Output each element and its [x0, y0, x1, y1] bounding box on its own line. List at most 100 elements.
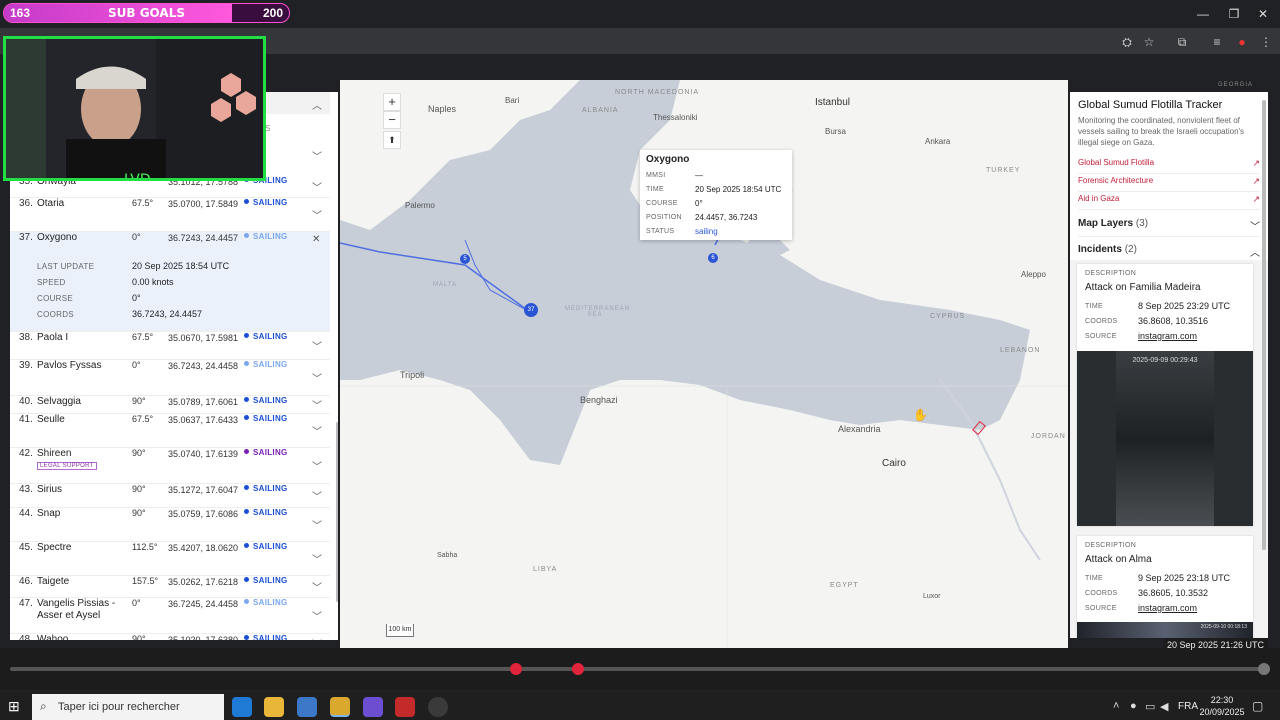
incident-card: DESCRIPTION Attack on Familia Madeira TI… [1077, 264, 1253, 526]
collapse-panel-chevron-icon[interactable]: ︿ [312, 97, 322, 112]
voicemeeter-icon[interactable] [395, 697, 415, 717]
vessel-row[interactable]: 46. Taigete 157.5° 35.0262, 17.6218 SAILING ﹀ [10, 576, 330, 598]
clock-time[interactable]: 22:30 [1200, 695, 1244, 705]
incident-video-frame[interactable]: 2025-09-09 00:29:43 [1077, 351, 1253, 526]
sub-goals-target: 200 [262, 6, 283, 20]
link-label: Aid in Gaza [1078, 194, 1120, 203]
chevron-down-icon[interactable]: ﹀ [312, 458, 322, 473]
vessel-row[interactable]: 48. Wahoo 90° 35.1020, 17.6380 SAILING ﹀ [10, 634, 330, 640]
close-icon[interactable]: ✕ [312, 234, 320, 245]
obs-icon[interactable] [428, 697, 448, 717]
incident-time: 8 Sep 2025 23:29 UTC [1138, 301, 1231, 311]
timeline-track[interactable] [10, 667, 1268, 671]
map-label-thessaloniki: Thessaloniki [653, 113, 698, 122]
status-dot-icon [244, 415, 249, 420]
chevron-down-icon[interactable]: ﹀ [312, 179, 322, 194]
timeline-max-handle[interactable] [1258, 663, 1270, 675]
chevron-down-icon[interactable]: ﹀ [312, 207, 322, 222]
vessel-row[interactable]: 45. Spectre 112.5° 35.4207, 18.0620 SAILING ﹀ [10, 542, 330, 576]
list-scrollbar[interactable] [336, 422, 338, 602]
incident-source-link[interactable]: instagram.com [1138, 603, 1197, 613]
chrome-icon[interactable] [330, 697, 350, 717]
vessel-status-label: SAILING [253, 360, 288, 369]
timeline-end-handle[interactable] [572, 663, 584, 675]
windows-start-icon[interactable]: ⊞ [8, 699, 22, 713]
minimize-button[interactable]: — [1192, 6, 1214, 22]
vessel-row[interactable]: 40. Selvaggia 90° 35.0789, 17.6061 SAILING ﹀ [10, 396, 330, 414]
row-chevron-icon[interactable]: ﹀ [312, 148, 322, 163]
vessel-row[interactable]: 41. Seulle 67.5° 35.0637, 17.6433 SAILING ﹀ [10, 414, 330, 448]
file-explorer-icon[interactable] [264, 697, 284, 717]
vessel-row[interactable]: 47. Vangelis Pissias - Asser et Aysel 0° 36… [10, 598, 330, 634]
chevron-down-icon[interactable]: ﹀ [312, 636, 322, 640]
vessel-status-label: SAILING [253, 414, 288, 423]
restore-button[interactable]: ❐ [1223, 6, 1245, 22]
media-icon[interactable]: ≡ [1208, 34, 1226, 50]
bookmark-star-icon[interactable]: ☆ [1140, 34, 1158, 50]
taskbar-search-box[interactable]: Taper ici pour rechercher [32, 694, 224, 720]
incident-video-frame[interactable]: 2025-09-10 00:18:13 [1077, 622, 1253, 638]
chevron-down-icon[interactable]: ﹀ [312, 488, 322, 503]
profile-icon[interactable]: ● [1233, 34, 1251, 50]
tray-chevron-up-icon[interactable]: ˄ [1113, 700, 1119, 712]
link-global-sumud-flotilla[interactable]: Global Sumud Flotilla ↗ [1078, 156, 1260, 174]
volume-icon[interactable]: ◀ [1160, 700, 1168, 713]
vessel-marker-5[interactable]: 5 [460, 254, 470, 264]
chevron-down-icon[interactable]: ﹀ [312, 608, 322, 623]
vessel-name: Vangelis Pissias - Asser et Aysel [37, 598, 116, 621]
legal-support-badge: LEGAL SUPPORT [37, 462, 97, 470]
store-icon[interactable] [297, 697, 317, 717]
language-indicator[interactable]: FRA [1178, 701, 1198, 712]
chevron-down-icon[interactable]: ﹀ [312, 397, 322, 412]
vessel-row[interactable]: 44. Snap 90° 35.0759, 17.6086 SAILING ﹀ [10, 508, 330, 542]
network-icon[interactable]: ▭ [1145, 700, 1155, 713]
map-layers-section[interactable]: Map Layers (3) ﹀ [1078, 218, 1260, 233]
notifications-icon[interactable]: ▢ [1252, 699, 1263, 713]
vessel-row[interactable]: 37. Oxygono 0° 36.7243, 24.4457 SAILING ✕ LAST… [10, 232, 330, 332]
incident-source-link[interactable]: instagram.com [1138, 331, 1197, 341]
link-aid-in-gaza[interactable]: Aid in Gaza ↗ [1078, 192, 1260, 210]
tracker-scrollbar[interactable] [1262, 100, 1266, 550]
vessel-row[interactable]: 38. Paola I 67.5° 35.0670, 17.5981 SAILING ﹀ [10, 332, 330, 360]
map-label-alexandria: Alexandria [838, 424, 881, 434]
vessel-name: Wahoo [37, 634, 69, 640]
close-button[interactable]: ✕ [1252, 6, 1274, 22]
incident-card: DESCRIPTION Attack on Alma TIME 9 Sep 20… [1077, 536, 1253, 638]
edge-icon[interactable] [232, 697, 252, 717]
map-layers-label: Map Layers [1078, 218, 1134, 229]
vessel-row[interactable]: 39. Pavlos Fyssas 0° 36.7243, 24.4458 SAILIN… [10, 360, 330, 396]
vessel-number: 36. [19, 198, 33, 209]
menu-icon[interactable]: ⋮ [1257, 34, 1275, 50]
vessel-course: 90° [132, 448, 146, 458]
reset-north-button[interactable]: ⬆ [383, 131, 401, 149]
vessel-marker-37[interactable]: 37 [524, 303, 538, 317]
map-layers-count: (3) [1135, 218, 1149, 229]
hand-cursor-icon: ✋ [913, 408, 928, 422]
translate-icon[interactable]: ⛭ [1118, 34, 1136, 50]
chevron-down-icon[interactable]: ﹀ [312, 370, 322, 385]
incidents-section[interactable]: Incidents (2) ︿ [1078, 244, 1260, 259]
vessel-row[interactable]: 36. Otaria 67.5° 35.0700, 17.5849 SAILING ﹀ [10, 198, 330, 232]
vessel-course: 112.5° [132, 542, 158, 552]
link-forensic-architecture[interactable]: Forensic Architecture ↗ [1078, 174, 1260, 192]
timeline-start-handle[interactable] [510, 663, 522, 675]
vessel-coords: 35.0759, 17.6086 [168, 509, 239, 519]
detail-label: COURSE [37, 294, 74, 303]
zoom-in-button[interactable]: + [383, 93, 401, 111]
external-link-icon: ↗ [1252, 194, 1260, 204]
vessel-name: Paola I [37, 332, 69, 343]
popup-mmsi: — [695, 171, 703, 180]
clock-date[interactable]: 20/09/2025 [1197, 707, 1247, 717]
extensions-icon[interactable]: ⧉ [1173, 34, 1191, 50]
chevron-down-icon[interactable]: ﹀ [312, 338, 322, 353]
chevron-down-icon[interactable]: ﹀ [312, 517, 322, 532]
app-icon[interactable] [363, 697, 383, 717]
zoom-out-button[interactable]: − [383, 111, 401, 129]
microphone-icon[interactable]: ● [1130, 700, 1137, 712]
chevron-down-icon[interactable]: ﹀ [312, 423, 322, 438]
chevron-down-icon[interactable]: ﹀ [312, 551, 322, 566]
vessel-row[interactable]: 43. Sirius 90° 35.1272, 17.6047 SAILING ﹀ [10, 484, 330, 508]
vessel-marker-6[interactable]: 6 [708, 253, 718, 263]
chevron-down-icon[interactable]: ﹀ [312, 579, 322, 594]
vessel-row[interactable]: 42. Shireen 90° 35.0740, 17.6139 SAILING ﹀ LEG… [10, 448, 330, 484]
